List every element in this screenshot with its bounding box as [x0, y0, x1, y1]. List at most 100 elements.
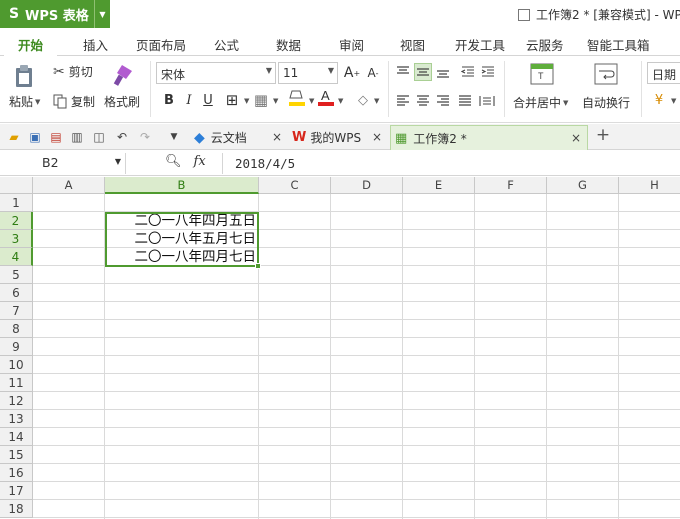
row-header-1[interactable]: 1 — [0, 194, 33, 212]
decrease-indent-icon[interactable] — [459, 63, 477, 81]
row-header-15[interactable]: 15 — [0, 446, 33, 464]
save-icon[interactable]: ▣ — [27, 129, 43, 145]
decrease-font-size-icon[interactable]: A- — [364, 64, 382, 82]
align-right-icon[interactable] — [434, 92, 452, 110]
row-header-7[interactable]: 7 — [0, 302, 33, 320]
row-header-2[interactable]: 2 — [0, 212, 33, 230]
merge-center-button[interactable]: 合并居中 ▼ — [513, 94, 568, 111]
number-format-select[interactable]: 日期 — [647, 62, 680, 84]
open-folder-icon[interactable]: ▰ — [6, 129, 22, 145]
row-header-16[interactable]: 16 — [0, 464, 33, 482]
format-painter-icon-button[interactable] — [112, 63, 134, 87]
tab-insert[interactable]: 插入 — [83, 35, 108, 54]
tab-cloud-services[interactable]: 云服务 — [526, 35, 564, 54]
column-header-b[interactable]: B — [105, 177, 259, 194]
format-painter-button[interactable]: 格式刷 — [104, 93, 140, 110]
column-header-g[interactable]: G — [547, 177, 619, 194]
row-header-4[interactable]: 4 — [0, 248, 33, 266]
print-icon[interactable]: ▥ — [69, 129, 85, 145]
row-header-8[interactable]: 8 — [0, 320, 33, 338]
font-size-select[interactable]: 11 ▼ — [278, 62, 338, 84]
row-header-3[interactable]: 3 — [0, 230, 33, 248]
undo-icon[interactable]: ↶ — [114, 129, 130, 145]
tab-view[interactable]: 视图 — [400, 35, 425, 54]
wrap-text-button[interactable]: 自动换行 — [582, 94, 630, 111]
doc-tab-cloud-docs[interactable]: ◆ 云文档 × — [190, 125, 288, 150]
cell-style-icon[interactable]: ▦ — [252, 91, 270, 109]
name-box[interactable]: B2 ▼ — [4, 153, 126, 174]
spreadsheet-grid[interactable]: A B C D E F G H 1 2 3 4 5 6 7 8 9 10 11 … — [0, 177, 680, 519]
column-header-d[interactable]: D — [331, 177, 403, 194]
wrap-text-icon-button[interactable] — [594, 63, 618, 85]
row-header-12[interactable]: 12 — [0, 392, 33, 410]
row-header-14[interactable]: 14 — [0, 428, 33, 446]
font-color-icon[interactable]: A — [317, 88, 335, 107]
close-icon[interactable]: × — [272, 130, 282, 144]
column-header-c[interactable]: C — [259, 177, 331, 194]
fill-handle[interactable] — [255, 263, 261, 269]
tab-data[interactable]: 数据 — [276, 35, 301, 54]
align-bottom-icon[interactable] — [434, 63, 452, 81]
row-header-9[interactable]: 9 — [0, 338, 33, 356]
align-center-icon[interactable] — [414, 92, 432, 110]
align-top-icon[interactable] — [394, 63, 412, 81]
chevron-down-icon[interactable]: ▼ — [244, 97, 249, 105]
row-header-5[interactable]: 5 — [0, 266, 33, 284]
close-icon[interactable]: × — [571, 131, 581, 145]
tab-formulas[interactable]: 公式 — [214, 35, 239, 54]
chevron-down-icon[interactable]: ▼ — [338, 97, 343, 105]
row-header-10[interactable]: 10 — [0, 356, 33, 374]
fx-icon[interactable]: fx — [194, 154, 206, 169]
fill-color-icon[interactable] — [288, 89, 306, 107]
new-tab-plus-icon[interactable]: + — [595, 125, 611, 145]
chevron-down-icon[interactable]: ▼ — [374, 97, 379, 105]
app-menu-button[interactable]: S WPS 表格 ▼ — [0, 0, 110, 28]
column-header-f[interactable]: F — [475, 177, 547, 194]
align-left-icon[interactable] — [394, 92, 412, 110]
currency-format-icon[interactable]: ¥ — [650, 91, 668, 109]
chevron-down-icon[interactable]: ▼ — [671, 97, 676, 105]
close-icon[interactable]: × — [372, 130, 382, 144]
font-name-select[interactable]: 宋体 ▼ — [156, 62, 276, 84]
chevron-down-icon[interactable]: ▼ — [309, 97, 314, 105]
print-preview-icon[interactable]: ◫ — [91, 129, 107, 145]
zoom-search-icon[interactable]: 🔍︎ — [165, 154, 182, 169]
paste-button[interactable] — [12, 63, 38, 89]
tab-developer[interactable]: 开发工具 — [455, 35, 505, 54]
row-header-11[interactable]: 11 — [0, 374, 33, 392]
borders-icon[interactable]: ⊞ — [223, 91, 241, 109]
increase-indent-icon[interactable] — [479, 63, 497, 81]
doc-tab-my-wps[interactable]: W 我的WPS × — [288, 125, 388, 150]
column-header-h[interactable]: H — [619, 177, 680, 194]
italic-icon[interactable]: I — [180, 91, 198, 109]
doc-tab-workbook2[interactable]: ▦ 工作簿2 * × — [390, 125, 588, 150]
justify-icon[interactable] — [456, 92, 474, 110]
bold-icon[interactable]: B — [160, 91, 178, 109]
chevron-down-icon[interactable]: ▼ — [94, 0, 110, 28]
export-pdf-icon[interactable]: ▤ — [48, 129, 64, 145]
select-all-corner[interactable] — [0, 177, 33, 194]
chevron-down-icon[interactable]: ▼ — [273, 97, 278, 105]
underline-icon[interactable]: U — [199, 91, 217, 109]
cut-button[interactable]: ✂ 剪切 — [53, 63, 93, 80]
clear-format-icon[interactable]: ◇ — [354, 91, 372, 109]
chevron-down-icon[interactable]: ▼ — [166, 129, 182, 145]
copy-button[interactable]: 复制 — [53, 93, 95, 110]
redo-icon[interactable]: ↷ — [137, 129, 153, 145]
row-header-13[interactable]: 13 — [0, 410, 33, 428]
paste-label-button[interactable]: 粘贴 ▼ — [9, 93, 40, 110]
distributed-align-icon[interactable] — [478, 92, 496, 110]
increase-font-size-icon[interactable]: A + — [343, 64, 361, 82]
tab-smart-toolbox[interactable]: 智能工具箱 — [587, 35, 650, 54]
tab-page-layout[interactable]: 页面布局 — [136, 35, 186, 54]
tab-home[interactable]: 开始 — [4, 32, 58, 59]
merge-center-icon-button[interactable]: T — [530, 63, 554, 85]
row-header-6[interactable]: 6 — [0, 284, 33, 302]
align-middle-icon[interactable] — [414, 63, 432, 81]
column-header-a[interactable]: A — [33, 177, 105, 194]
column-header-e[interactable]: E — [403, 177, 475, 194]
row-header-18[interactable]: 18 — [0, 500, 33, 518]
formula-input[interactable]: 2018/4/5 — [222, 153, 680, 174]
row-header-17[interactable]: 17 — [0, 482, 33, 500]
tab-review[interactable]: 审阅 — [339, 35, 364, 54]
